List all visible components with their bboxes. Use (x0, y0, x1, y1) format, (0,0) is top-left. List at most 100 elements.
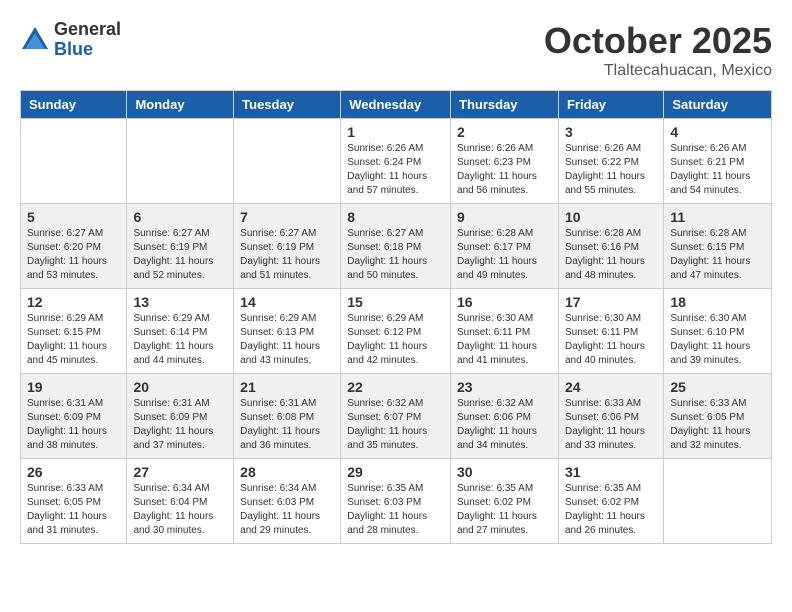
day-number: 29 (347, 464, 444, 480)
logo: General Blue (20, 20, 121, 60)
day-number: 16 (457, 294, 552, 310)
logo-icon (20, 25, 50, 55)
day-info: Sunrise: 6:30 AMSunset: 6:11 PMDaylight:… (565, 312, 657, 368)
col-wednesday: Wednesday (341, 91, 451, 119)
table-row: 24 Sunrise: 6:33 AMSunset: 6:06 PMDayligh… (558, 374, 663, 459)
day-number: 5 (27, 209, 120, 225)
day-info: Sunrise: 6:34 AMSunset: 6:03 PMDaylight:… (240, 482, 334, 538)
table-row: 28Sunrise: 6:34 AMSunset: 6:03 PMDayligh… (234, 459, 341, 544)
table-row: 2Sunrise: 6:26 AMSunset: 6:23 PMDaylight… (451, 119, 559, 204)
day-info: Sunrise: 6:33 AMSunset: 6:06 PMDaylight:… (565, 397, 657, 453)
table-row: 15 Sunrise: 6:29 AMSunset: 6:12 PMDayligh… (341, 289, 451, 374)
table-row: 9 Sunrise: 6:28 AMSunset: 6:17 PMDaylight… (451, 204, 559, 289)
day-info: Sunrise: 6:33 AMSunset: 6:05 PMDaylight:… (670, 397, 765, 453)
day-info: Sunrise: 6:35 AMSunset: 6:02 PMDaylight:… (457, 482, 552, 538)
table-row: 12Sunrise: 6:29 AMSunset: 6:15 PMDayligh… (21, 289, 127, 374)
day-number: 31 (565, 464, 657, 480)
day-number: 8 (347, 209, 444, 225)
day-info: Sunrise: 6:26 AMSunset: 6:23 PMDaylight:… (457, 142, 552, 198)
day-info: Sunrise: 6:31 AMSunset: 6:08 PMDaylight:… (240, 397, 334, 453)
day-info: Sunrise: 6:30 AMSunset: 6:10 PMDaylight:… (670, 312, 765, 368)
table-row (127, 119, 234, 204)
table-row: 8 Sunrise: 6:27 AMSunset: 6:18 PMDaylight… (341, 204, 451, 289)
day-number: 6 (133, 209, 227, 225)
day-number: 17 (565, 294, 657, 310)
day-info: Sunrise: 6:29 AMSunset: 6:13 PMDaylight:… (240, 312, 334, 368)
table-row (21, 119, 127, 204)
day-number: 11 (670, 209, 765, 225)
table-row: 7 Sunrise: 6:27 AMSunset: 6:19 PMDaylight… (234, 204, 341, 289)
table-row: 26 Sunrise: 6:33 AMSunset: 6:05 PMDayligh… (21, 459, 127, 544)
day-info: Sunrise: 6:27 AMSunset: 6:18 PMDaylight:… (347, 227, 444, 283)
day-number: 13 (133, 294, 227, 310)
location-title: Tlaltecahuacan, Mexico (544, 62, 772, 80)
day-number: 20 (133, 379, 227, 395)
logo-blue: Blue (54, 40, 121, 60)
day-number: 27 (133, 464, 227, 480)
day-info: Sunrise: 6:26 AMSunset: 6:21 PMDaylight:… (670, 142, 765, 198)
day-info: Sunrise: 6:26 AMSunset: 6:24 PMDaylight:… (347, 142, 444, 198)
day-number: 7 (240, 209, 334, 225)
month-title: October 2025 (544, 20, 772, 62)
table-row: 11 Sunrise: 6:28 AMSunset: 6:15 PMDayligh… (664, 204, 772, 289)
day-number: 14 (240, 294, 334, 310)
day-info: Sunrise: 6:31 AMSunset: 6:09 PMDaylight:… (27, 397, 120, 453)
day-number: 19 (27, 379, 120, 395)
day-info: Sunrise: 6:28 AMSunset: 6:15 PMDaylight:… (670, 227, 765, 283)
calendar-week-row: 26 Sunrise: 6:33 AMSunset: 6:05 PMDayligh… (21, 459, 772, 544)
day-number: 9 (457, 209, 552, 225)
day-number: 22 (347, 379, 444, 395)
day-info: Sunrise: 6:27 AMSunset: 6:19 PMDaylight:… (133, 227, 227, 283)
table-row: 30 Sunrise: 6:35 AMSunset: 6:02 PMDayligh… (451, 459, 559, 544)
day-number: 30 (457, 464, 552, 480)
page-header: General Blue October 2025 Tlaltecahuacan… (20, 20, 772, 80)
day-number: 21 (240, 379, 334, 395)
day-info: Sunrise: 6:29 AMSunset: 6:12 PMDaylight:… (347, 312, 444, 368)
day-number: 25 (670, 379, 765, 395)
table-row: 18 Sunrise: 6:30 AMSunset: 6:10 PMDayligh… (664, 289, 772, 374)
title-area: October 2025 Tlaltecahuacan, Mexico (544, 20, 772, 80)
day-number: 1 (347, 124, 444, 140)
day-number: 4 (670, 124, 765, 140)
calendar-table: Sunday Monday Tuesday Wednesday Thursday… (20, 90, 772, 544)
day-info: Sunrise: 6:27 AMSunset: 6:20 PMDaylight:… (27, 227, 120, 283)
table-row: 27 Sunrise: 6:34 AMSunset: 6:04 PMDayligh… (127, 459, 234, 544)
day-info: Sunrise: 6:33 AMSunset: 6:05 PMDaylight:… (27, 482, 120, 538)
day-number: 26 (27, 464, 120, 480)
table-row (234, 119, 341, 204)
logo-text: General Blue (54, 20, 121, 60)
day-info: Sunrise: 6:28 AMSunset: 6:17 PMDaylight:… (457, 227, 552, 283)
table-row: 22 Sunrise: 6:32 AMSunset: 6:07 PMDayligh… (341, 374, 451, 459)
day-info: Sunrise: 6:34 AMSunset: 6:04 PMDaylight:… (133, 482, 227, 538)
day-number: 24 (565, 379, 657, 395)
table-row (664, 459, 772, 544)
calendar-week-row: 5 Sunrise: 6:27 AMSunset: 6:20 PMDaylight… (21, 204, 772, 289)
table-row: 3 Sunrise: 6:26 AMSunset: 6:22 PMDaylight… (558, 119, 663, 204)
day-info: Sunrise: 6:28 AMSunset: 6:16 PMDaylight:… (565, 227, 657, 283)
col-thursday: Thursday (451, 91, 559, 119)
day-number: 10 (565, 209, 657, 225)
table-row: 20Sunrise: 6:31 AMSunset: 6:09 PMDayligh… (127, 374, 234, 459)
day-info: Sunrise: 6:27 AMSunset: 6:19 PMDaylight:… (240, 227, 334, 283)
table-row: 4 Sunrise: 6:26 AMSunset: 6:21 PMDaylight… (664, 119, 772, 204)
day-info: Sunrise: 6:35 AMSunset: 6:02 PMDaylight:… (565, 482, 657, 538)
calendar-header-row: Sunday Monday Tuesday Wednesday Thursday… (21, 91, 772, 119)
table-row: 17 Sunrise: 6:30 AMSunset: 6:11 PMDayligh… (558, 289, 663, 374)
day-number: 3 (565, 124, 657, 140)
table-row: 29Sunrise: 6:35 AMSunset: 6:03 PMDayligh… (341, 459, 451, 544)
day-info: Sunrise: 6:32 AMSunset: 6:07 PMDaylight:… (347, 397, 444, 453)
table-row: 19 Sunrise: 6:31 AMSunset: 6:09 PMDayligh… (21, 374, 127, 459)
table-row: 23Sunrise: 6:32 AMSunset: 6:06 PMDayligh… (451, 374, 559, 459)
day-number: 15 (347, 294, 444, 310)
day-number: 18 (670, 294, 765, 310)
day-number: 12 (27, 294, 120, 310)
table-row: 6 Sunrise: 6:27 AMSunset: 6:19 PMDaylight… (127, 204, 234, 289)
calendar-week-row: 12Sunrise: 6:29 AMSunset: 6:15 PMDayligh… (21, 289, 772, 374)
table-row: 31 Sunrise: 6:35 AMSunset: 6:02 PMDayligh… (558, 459, 663, 544)
col-sunday: Sunday (21, 91, 127, 119)
col-saturday: Saturday (664, 91, 772, 119)
col-tuesday: Tuesday (234, 91, 341, 119)
day-info: Sunrise: 6:26 AMSunset: 6:22 PMDaylight:… (565, 142, 657, 198)
col-friday: Friday (558, 91, 663, 119)
table-row: 14 Sunrise: 6:29 AMSunset: 6:13 PMDayligh… (234, 289, 341, 374)
